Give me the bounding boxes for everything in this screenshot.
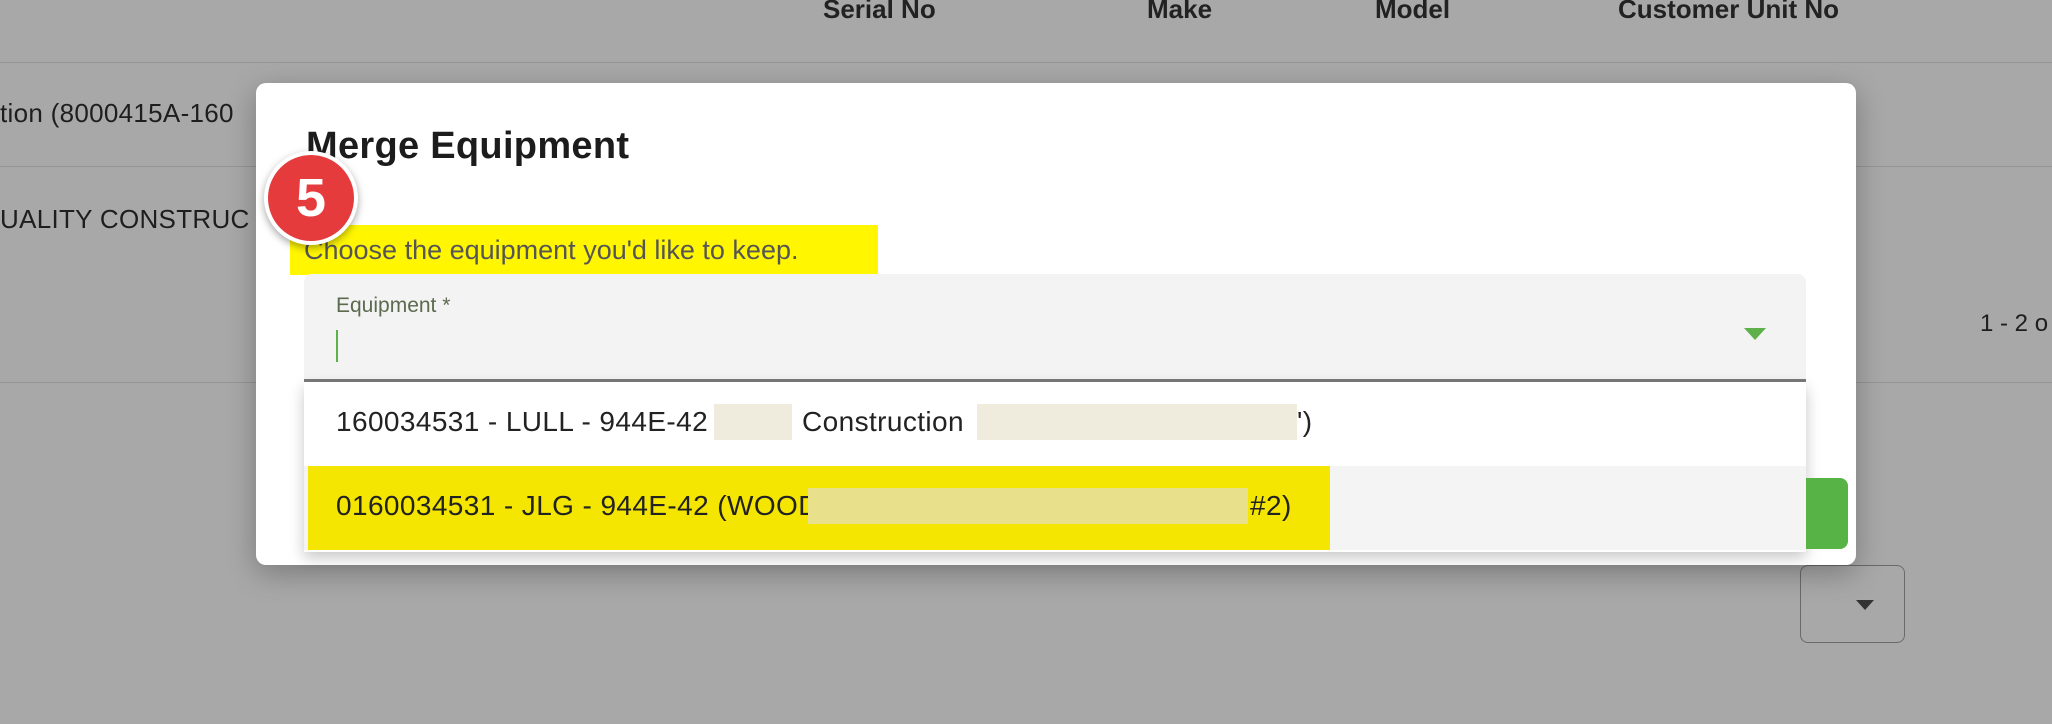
background-row-text: tion (8000415A-160 xyxy=(0,98,234,128)
column-header-model: Model xyxy=(1375,0,1451,24)
option-text: Construction xyxy=(802,406,964,437)
equipment-select-field[interactable]: Equipment * xyxy=(304,274,1806,382)
column-header-make: Make xyxy=(1147,0,1213,24)
chevron-down-icon xyxy=(1856,600,1874,610)
column-header-customer-unit-no: Customer Unit No xyxy=(1618,0,1839,24)
redacted-text xyxy=(977,404,1297,440)
text-cursor xyxy=(336,330,338,362)
background-table-header: Serial No Make Model Customer Unit No xyxy=(0,0,2052,63)
redacted-text xyxy=(714,404,792,440)
step-number-badge: 5 xyxy=(264,151,358,245)
option-text: ') xyxy=(1297,406,1313,437)
equipment-options-list: 160034531 - LULL - 944E-42 ( Constructio… xyxy=(304,382,1806,552)
dialog-title: Merge Equipment xyxy=(306,125,630,167)
option-text: #2) xyxy=(1250,490,1292,521)
background-row-text: UALITY CONSTRUC xyxy=(0,204,250,234)
merge-button[interactable] xyxy=(1806,478,1848,549)
equipment-option[interactable]: 160034531 - LULL - 944E-42 ( Constructio… xyxy=(304,382,1806,466)
pagination-range: 1 - 2 o xyxy=(1980,310,2049,337)
option-text: 160034531 - LULL - 944E-42 ( xyxy=(336,406,726,437)
equipment-option[interactable]: 0160034531 - JLG - 944E-42 (WOOD #2) xyxy=(304,466,1806,550)
merge-equipment-dialog: Merge Equipment Choose the equipment you… xyxy=(256,83,1856,565)
chevron-down-icon[interactable] xyxy=(1744,328,1766,340)
column-header-serial-no: Serial No xyxy=(823,0,936,24)
instruction-text: Choose the equipment you'd like to keep. xyxy=(290,225,878,275)
equipment-field-label: Equipment * xyxy=(336,294,451,317)
redacted-text xyxy=(808,488,1248,524)
option-text: 0160034531 - JLG - 944E-42 (WOOD xyxy=(336,490,819,521)
rows-per-page-select xyxy=(1800,565,1905,643)
